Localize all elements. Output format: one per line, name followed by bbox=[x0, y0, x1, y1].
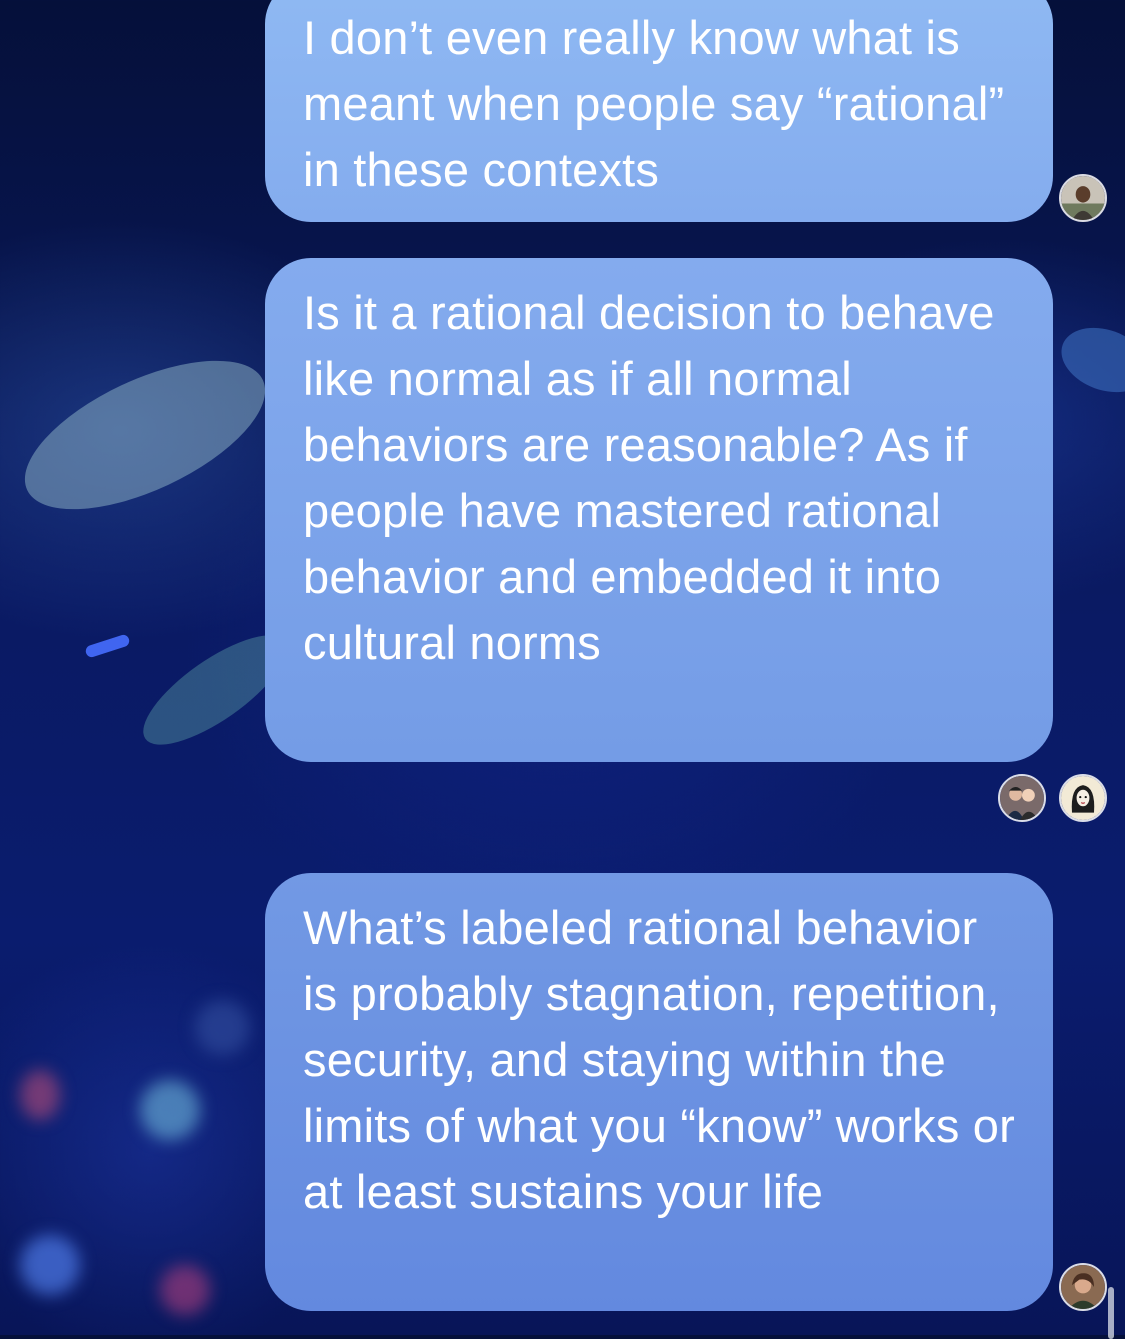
bokeh-light bbox=[195, 1000, 250, 1055]
bokeh-light bbox=[20, 1070, 60, 1120]
message-bubble-2[interactable]: Is it a rational decision to behave like… bbox=[265, 258, 1053, 762]
avatar-man-icon[interactable] bbox=[1059, 174, 1107, 222]
avatar-couple-icon[interactable] bbox=[998, 774, 1046, 822]
confetti-streamer bbox=[1052, 316, 1125, 404]
bokeh-light bbox=[20, 1235, 80, 1295]
avatar-person-icon[interactable] bbox=[1059, 1263, 1107, 1311]
message-bubble-3[interactable]: What’s labeled rational behavior is prob… bbox=[265, 873, 1053, 1311]
message-bubble-1[interactable]: I don’t even really know what is meant w… bbox=[265, 0, 1053, 222]
message-text: Is it a rational decision to behave like… bbox=[303, 286, 995, 669]
confetti-streamer bbox=[3, 330, 287, 540]
message-text: I don’t even really know what is meant w… bbox=[303, 11, 1005, 196]
scrollbar[interactable] bbox=[1108, 1287, 1114, 1339]
bokeh-light bbox=[140, 1080, 200, 1140]
bokeh-light bbox=[160, 1265, 210, 1315]
confetti-streamer bbox=[84, 633, 131, 659]
message-text: What’s labeled rational behavior is prob… bbox=[303, 901, 1015, 1218]
avatar-woman-illustration-icon[interactable] bbox=[1059, 774, 1107, 822]
